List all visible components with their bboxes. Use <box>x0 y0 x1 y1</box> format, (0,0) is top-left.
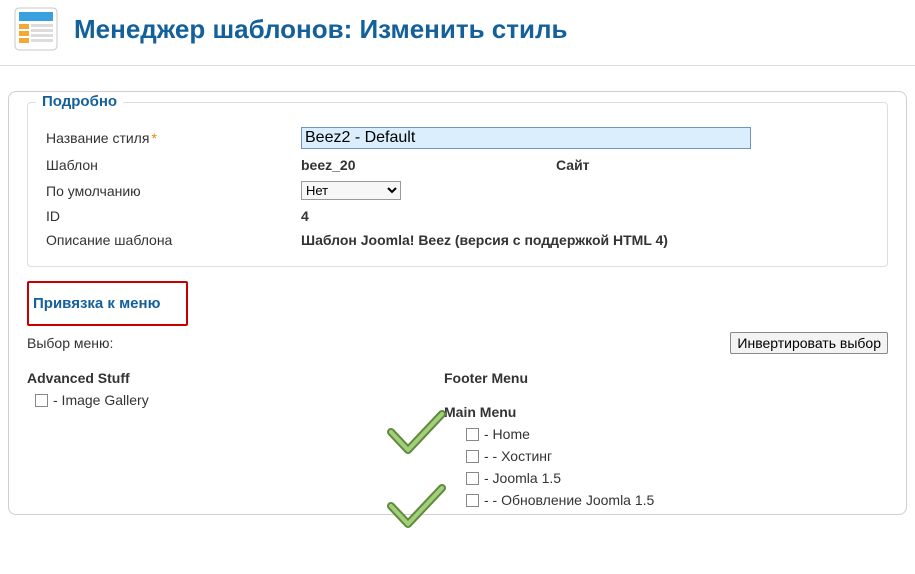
id-label: ID <box>46 208 301 224</box>
menu-item-label: - Image Gallery <box>53 392 149 408</box>
checkbox-icon[interactable] <box>466 494 479 507</box>
checkbox-icon[interactable] <box>466 472 479 485</box>
menu-heading-main: Main Menu <box>444 404 861 420</box>
menu-item[interactable]: - - Обновление Joomla 1.5 <box>466 492 861 508</box>
menu-item[interactable]: - Joomla 1.5 <box>466 470 861 486</box>
binding-legend: Привязка к меню <box>33 295 160 312</box>
menu-item[interactable]: - Image Gallery <box>35 392 444 408</box>
menu-item-label: - - Хостинг <box>484 448 552 464</box>
style-name-input[interactable] <box>301 127 751 149</box>
default-select[interactable]: Нет <box>301 181 401 200</box>
menu-item-label: - Joomla 1.5 <box>484 470 561 486</box>
page-header: Менеджер шаблонов: Изменить стиль <box>0 0 915 66</box>
details-fieldset: Подробно Название стиля* Шаблон beez_20 … <box>27 102 888 267</box>
invert-selection-button[interactable]: Инвертировать выбор <box>730 332 888 354</box>
description-value: Шаблон Joomla! Beez (версия с поддержкой… <box>301 232 869 248</box>
menu-item[interactable]: - - Хостинг <box>466 448 861 464</box>
checkbox-icon[interactable] <box>466 450 479 463</box>
binding-highlight-box: Привязка к меню <box>27 281 188 326</box>
checkbox-icon[interactable] <box>35 394 48 407</box>
location-value: Сайт <box>556 157 590 173</box>
template-manager-icon <box>12 5 60 53</box>
menu-item-label: - Home <box>484 426 530 442</box>
details-legend: Подробно <box>36 93 123 110</box>
id-value: 4 <box>301 208 869 224</box>
template-label: Шаблон <box>46 157 301 173</box>
menu-heading-advanced: Advanced Stuff <box>27 370 444 386</box>
default-label: По умолчанию <box>46 183 301 199</box>
page-title: Менеджер шаблонов: Изменить стиль <box>74 14 567 45</box>
description-label: Описание шаблона <box>46 232 301 248</box>
menu-item[interactable]: - Home <box>466 426 861 442</box>
template-value: beez_20 <box>301 157 556 173</box>
menu-select-label: Выбор меню: <box>27 335 730 351</box>
menu-item-label: - - Обновление Joomla 1.5 <box>484 492 654 508</box>
checkbox-icon[interactable] <box>466 428 479 441</box>
menu-heading-footer: Footer Menu <box>444 370 861 386</box>
style-name-label: Название стиля* <box>46 130 301 146</box>
